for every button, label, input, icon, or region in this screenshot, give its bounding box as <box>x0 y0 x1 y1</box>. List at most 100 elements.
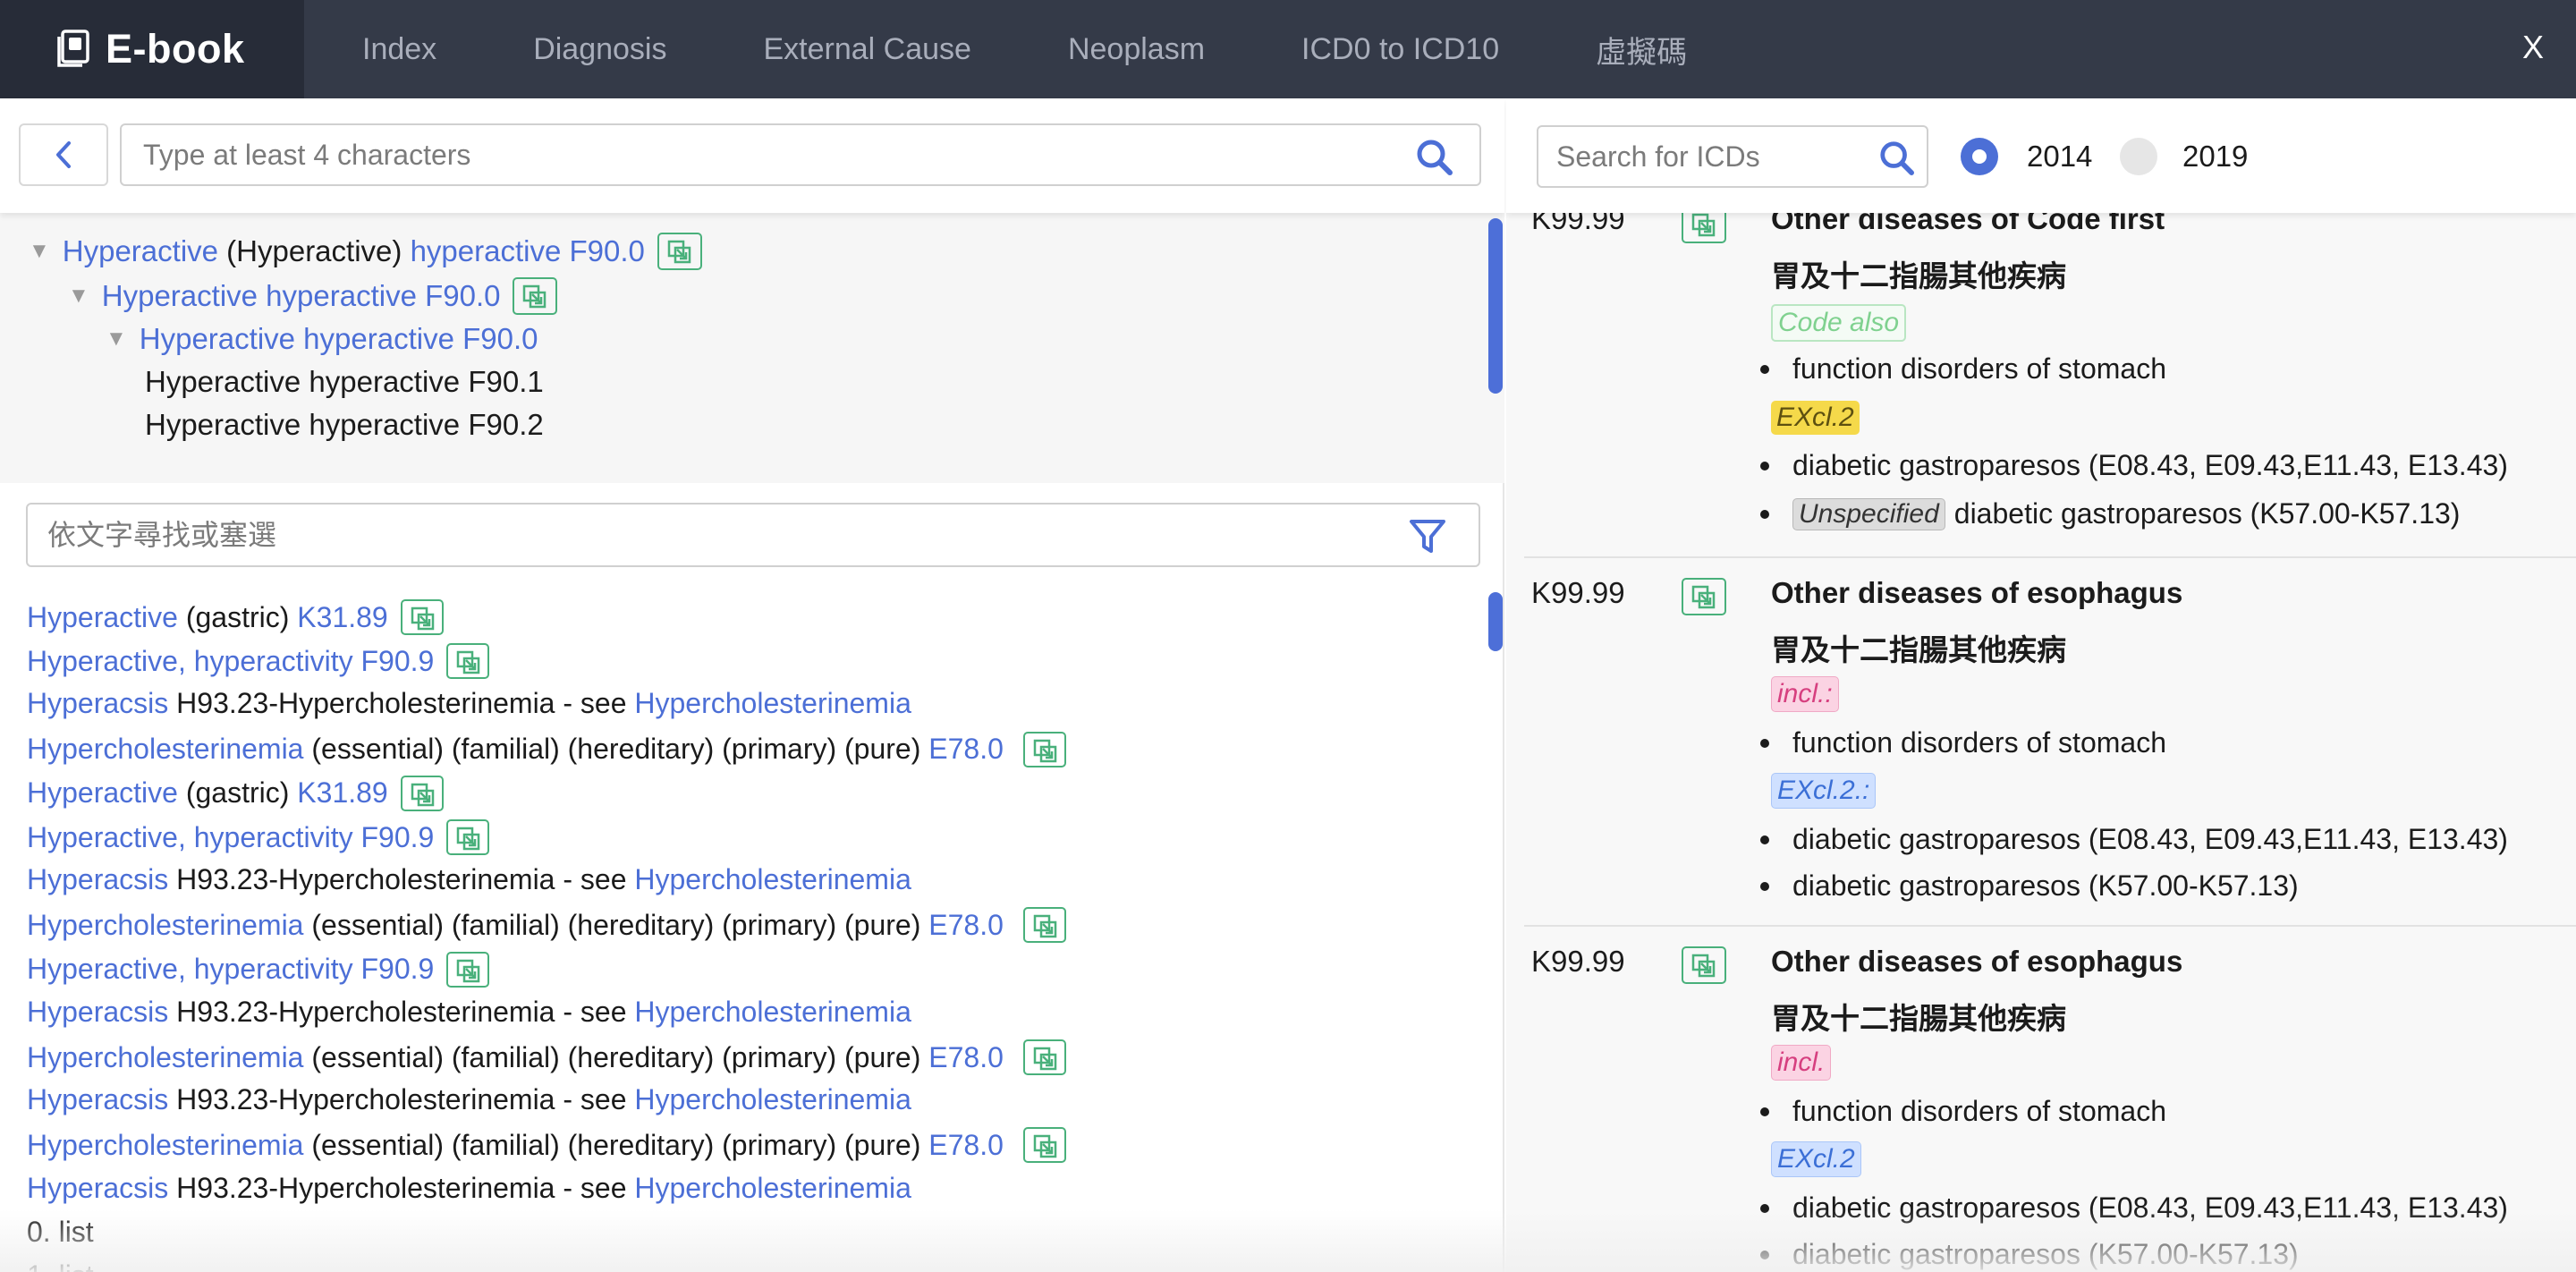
tab-external-cause[interactable]: External Cause <box>764 32 971 67</box>
main-tabs: Index Diagnosis External Cause Neoplasm … <box>362 0 1687 98</box>
result-term-link[interactable]: Hyperactive, hyperactivity F90.9 <box>27 645 434 678</box>
result-term-link[interactable]: Hypercholesterinemia <box>27 733 303 766</box>
close-button[interactable]: X <box>2522 29 2544 66</box>
search-icon[interactable] <box>1878 140 1914 175</box>
copy-icon[interactable] <box>513 277 558 315</box>
result-term-link[interactable]: Hypercholesterinemia <box>27 1129 303 1162</box>
result-term-link[interactable]: Hyperactive <box>27 601 178 634</box>
tab-neoplasm[interactable]: Neoplasm <box>1068 32 1205 67</box>
triangle-down-icon[interactable]: ▼ <box>29 239 50 264</box>
result-row[interactable]: Hyperacsis H93.23-Hypercholesterinemia -… <box>27 687 911 720</box>
copy-icon[interactable] <box>1022 1127 1066 1164</box>
result-row[interactable]: Hyperacsis H93.23-Hypercholesterinemia -… <box>27 863 911 896</box>
copy-icon[interactable] <box>446 951 490 988</box>
result-code-link[interactable]: Hypercholesterinemia <box>634 1083 911 1116</box>
book-icon <box>57 30 89 67</box>
result-term-link[interactable]: Hyperactive, hyperactivity F90.9 <box>27 821 434 854</box>
result-code-link[interactable]: Hypercholesterinemia <box>634 1172 911 1205</box>
result-term-link[interactable]: Hyperactive, hyperactivity F90.9 <box>27 953 434 986</box>
result-code-link[interactable]: Hypercholesterinemia <box>634 996 911 1029</box>
tree-leaf[interactable]: Hyperactive hyperactive F90.2 <box>145 408 544 442</box>
search-icon[interactable] <box>1415 138 1453 175</box>
filter-input[interactable] <box>28 505 1369 565</box>
index-panel: ▼ Hyperactive (Hyperactive) hyperactive … <box>0 98 1504 1272</box>
result-code-link[interactable]: Hypercholesterinemia <box>634 863 911 896</box>
result-code-link[interactable]: E78.0 <box>928 1041 1004 1074</box>
tree-code-link[interactable]: hyperactive F90.0 <box>411 234 645 268</box>
tab-virtual-code[interactable]: 虛擬碼 <box>1596 28 1687 72</box>
tree-node[interactable]: ▼ Hyperactive (Hyperactive) hyperactive … <box>29 233 702 270</box>
result-row[interactable]: Hyperacsis H93.23-Hypercholesterinemia -… <box>27 1083 911 1116</box>
copy-icon[interactable] <box>446 819 490 855</box>
tree-term-link[interactable]: Hyperactive hyperactive F90.0 <box>102 279 501 313</box>
tab-icd0-to-icd10[interactable]: ICD0 to ICD10 <box>1301 32 1499 67</box>
result-row[interactable]: Hyperactive (gastric) K31.89 <box>27 599 444 635</box>
tree-node[interactable]: ▼ Hyperactive hyperactive F90.0 <box>68 277 558 315</box>
result-row[interactable]: Hyperactive (gastric) K31.89 <box>27 775 444 811</box>
icd-search-input[interactable] <box>1538 127 1860 186</box>
result-row[interactable]: Hypercholesterinemia (essential) (famili… <box>27 1127 1066 1164</box>
list-item[interactable]: 0. list <box>27 1216 94 1249</box>
tree-term-link[interactable]: Hyperactive <box>63 234 218 268</box>
tree-term[interactable]: Hyperactive hyperactive F90.2 <box>145 408 544 442</box>
result-term-link[interactable]: Hyperacsis <box>27 687 168 720</box>
copy-icon[interactable] <box>400 775 444 811</box>
tree-node[interactable]: ▼ Hyperactive hyperactive F90.0 <box>106 322 538 356</box>
index-search-input[interactable] <box>122 125 1374 184</box>
result-row[interactable]: Hyperactive, hyperactivity F90.9 <box>27 819 490 855</box>
result-code-link[interactable]: E78.0 <box>928 733 1004 766</box>
copy-icon[interactable] <box>400 599 444 635</box>
copy-icon[interactable] <box>446 643 490 680</box>
result-term-link[interactable]: Hyperacsis <box>27 996 168 1029</box>
result-row[interactable]: Hypercholesterinemia (essential) (famili… <box>27 907 1066 944</box>
radio-2019[interactable] <box>2120 138 2157 175</box>
result-row[interactable]: Hyperacsis H93.23-Hypercholesterinemia -… <box>27 996 911 1029</box>
result-text: H93.23-Hypercholesterinemia - see <box>168 863 635 896</box>
radio-2014[interactable] <box>1961 138 1998 175</box>
result-text: H93.23-Hypercholesterinemia - see <box>168 1083 635 1116</box>
result-row[interactable]: Hyperacsis H93.23-Hypercholesterinemia -… <box>27 1172 911 1205</box>
copy-icon[interactable] <box>1022 1039 1066 1075</box>
tree-qualifier: (Hyperactive) <box>218 234 411 267</box>
tree-leaf[interactable]: Hyperactive hyperactive F90.1 <box>145 365 544 399</box>
copy-icon[interactable] <box>657 233 702 270</box>
tab-index[interactable]: Index <box>362 32 436 67</box>
radio-2019-label[interactable]: 2019 <box>2182 140 2248 174</box>
tree-scrollbar[interactable] <box>1488 218 1503 394</box>
result-row[interactable]: Hyperactive, hyperactivity F90.9 <box>27 951 490 988</box>
copy-icon[interactable] <box>1682 578 1726 615</box>
result-code-link[interactable]: E78.0 <box>928 1129 1004 1162</box>
result-term-link[interactable]: Hyperacsis <box>27 1083 168 1116</box>
results-list: Hyperactive (gastric) K31.89 Hyperactive,… <box>0 589 1504 1272</box>
triangle-down-icon[interactable]: ▼ <box>106 326 127 352</box>
result-code-link[interactable]: E78.0 <box>928 909 1004 942</box>
back-button[interactable] <box>19 123 108 186</box>
unspecified-tag: Unspecified <box>1792 497 1945 530</box>
icd-note-item: diabetic gastroparesos (E08.43, E09.43,E… <box>1771 449 2508 482</box>
result-row[interactable]: Hypercholesterinemia (essential) (famili… <box>27 1039 1066 1075</box>
copy-icon[interactable] <box>1022 731 1066 767</box>
result-term-link[interactable]: Hyperacsis <box>27 1172 168 1205</box>
tree-term[interactable]: Hyperactive hyperactive F90.1 <box>145 365 544 399</box>
brand[interactable]: E-book <box>0 0 304 98</box>
icd-code: K99.99 <box>1531 576 1625 609</box>
result-term-link[interactable]: Hypercholesterinemia <box>27 909 303 942</box>
result-row[interactable]: Hyperactive, hyperactivity F90.9 <box>27 643 490 680</box>
list-item[interactable]: 1. list <box>27 1259 94 1272</box>
result-term-link[interactable]: Hyperacsis <box>27 863 168 896</box>
copy-icon[interactable] <box>1022 907 1066 944</box>
tab-diagnosis[interactable]: Diagnosis <box>533 32 666 67</box>
result-code-link[interactable]: K31.89 <box>297 601 387 634</box>
triangle-down-icon[interactable]: ▼ <box>68 284 89 309</box>
copy-icon[interactable] <box>1682 946 1726 984</box>
radio-2014-label[interactable]: 2014 <box>2027 140 2092 174</box>
result-term-link[interactable]: Hypercholesterinemia <box>27 1041 303 1074</box>
icd-note-item: diabetic gastroparesos (K57.00-K57.13) <box>1771 869 2299 903</box>
filter-icon[interactable] <box>1409 519 1446 555</box>
result-code-link[interactable]: K31.89 <box>297 776 387 810</box>
tree-term-link[interactable]: Hyperactive hyperactive F90.0 <box>140 322 538 356</box>
result-row[interactable]: Hypercholesterinemia (essential) (famili… <box>27 731 1066 767</box>
result-code-link[interactable]: Hypercholesterinemia <box>634 687 911 720</box>
results-scrollbar[interactable] <box>1488 592 1503 651</box>
result-term-link[interactable]: Hyperactive <box>27 776 178 810</box>
